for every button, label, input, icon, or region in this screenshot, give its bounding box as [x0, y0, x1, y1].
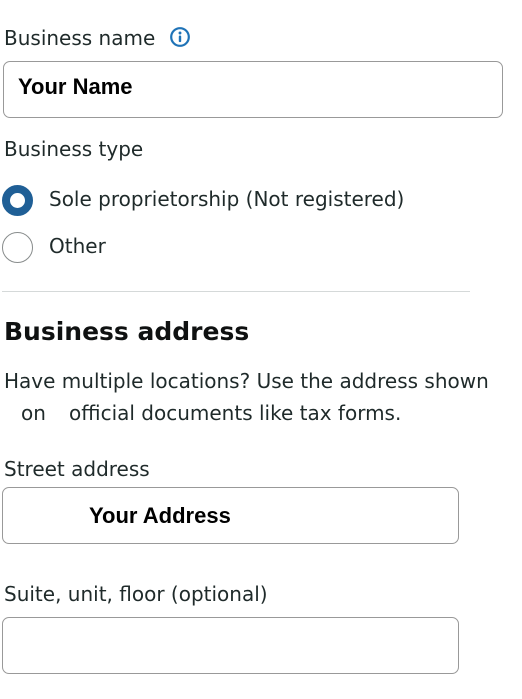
info-icon-graphic	[169, 27, 190, 47]
suite-unit-floor-input[interactable]	[2, 617, 459, 674]
business-address-title: Business address	[4, 317, 250, 346]
street-address-label: Street address	[4, 457, 150, 481]
radio-sole-proprietorship[interactable]: Sole proprietorship (Not registered)	[2, 185, 452, 221]
business-name-label-text: Business name	[4, 26, 156, 50]
info-icon[interactable]	[169, 27, 190, 47]
suite-unit-floor-label: Suite, unit, floor (optional)	[4, 582, 268, 606]
radio-sole-proprietorship-label: Sole proprietorship (Not registered)	[49, 187, 405, 211]
address-helper-word-on: on	[21, 401, 46, 425]
street-address-value: Your Address	[89, 503, 231, 528]
street-address-input[interactable]: Your Address	[2, 487, 459, 544]
radio-other-label: Other	[49, 234, 106, 258]
business-name-input[interactable]: Your Name	[3, 61, 503, 118]
radio-other[interactable]: Other	[2, 232, 452, 268]
cropped-top-text: ━━━━━━━━━━━━━━━━━━━━━━━━	[0, 0, 290, 4]
radio-selected-indicator[interactable]	[2, 185, 33, 216]
business-type-label: Business type	[4, 137, 144, 161]
radio-unselected-indicator[interactable]	[2, 232, 33, 263]
business-name-label: Business name	[4, 26, 190, 50]
business-name-value: Your Name	[18, 74, 133, 99]
section-divider	[2, 291, 470, 292]
address-helper-line-2: official documents like tax forms.	[69, 401, 402, 425]
address-helper-line-1: Have multiple locations? Use the address…	[4, 369, 489, 393]
